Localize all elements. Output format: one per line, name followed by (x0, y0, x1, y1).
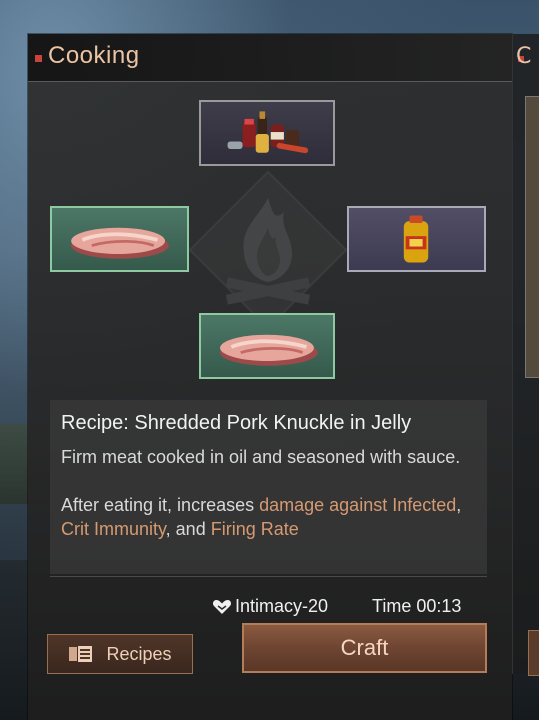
ingredient-slot-meat-2[interactable] (199, 313, 335, 379)
effect-firing-rate: Firing Rate (210, 519, 299, 539)
adjacent-panel-image (525, 96, 539, 378)
effect-damage-infected: damage against Infected (259, 495, 457, 515)
recipe-description: Firm meat cooked in oil and seasoned wit… (61, 447, 461, 467)
raw-meat-icon (220, 334, 318, 366)
divider (50, 576, 487, 577)
raw-meat-icon (71, 227, 169, 259)
intimacy-stat: Intimacy-20 (212, 596, 328, 617)
recipes-button[interactable]: Recipes (47, 634, 193, 674)
craft-button-label: Craft (340, 635, 389, 660)
cooking-oil-icon (403, 215, 429, 263)
craft-time: Time 00:13 (372, 596, 462, 616)
recipe-book-icon (69, 646, 93, 662)
ingredient-slot-meat-1[interactable] (50, 206, 189, 272)
effect-crit-immunity: Crit Immunity (61, 519, 166, 539)
recipe-effect: After eating it, increases damage agains… (61, 493, 486, 541)
ingredient-slot-oil[interactable] (347, 206, 486, 272)
adjacent-panel-title: C (516, 44, 532, 69)
recipe-title: Recipe: Shredded Pork Knuckle in Jelly (61, 412, 412, 434)
campfire-emblem-icon (188, 170, 348, 330)
effect-prefix: After eating it, increases (61, 495, 260, 515)
ingredient-slot-condiments[interactable] (199, 100, 335, 166)
effect-separator: , and (165, 519, 211, 539)
craft-button[interactable]: Craft (242, 623, 487, 673)
adjacent-panel-button[interactable] (528, 630, 539, 676)
condiments-icon (227, 111, 309, 154)
title-marker (35, 55, 42, 62)
panel-title: Cooking (48, 42, 140, 69)
intimacy-value: Intimacy-20 (235, 596, 329, 616)
recipes-button-label: Recipes (106, 643, 172, 664)
handshake-heart-icon (212, 599, 232, 614)
effect-separator: , (456, 495, 462, 515)
